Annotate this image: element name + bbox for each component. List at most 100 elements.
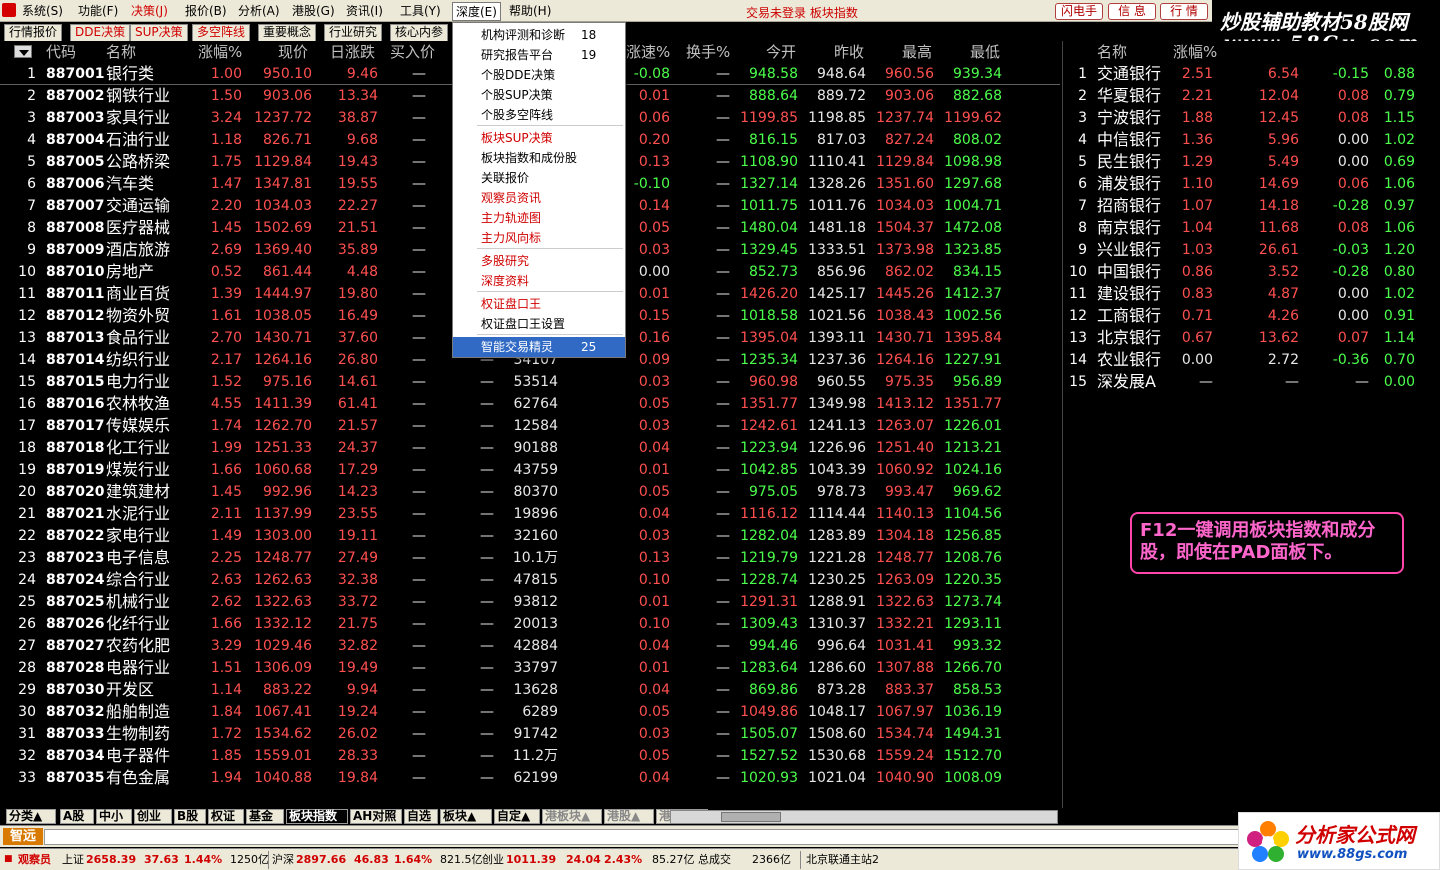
table-row[interactable]: 27 887027 农药化肥 3.29 1029.46 32.82— —42884 0.04—… (0, 635, 1060, 657)
tab-quotes[interactable]: 行情报价 (4, 24, 63, 41)
table-row[interactable]: 16 887016 农林牧渔 4.55 1411.39 61.41— —62764 0.05—… (0, 393, 1060, 415)
tab-concepts[interactable]: 重要概念 (258, 24, 317, 41)
market-tab[interactable]: 港板块▲ (542, 809, 602, 824)
smart-label[interactable]: 智远 (3, 828, 43, 845)
dropdown-item[interactable]: 板块SUP决策 (453, 128, 625, 148)
dropdown-item[interactable]: 个股DDE决策 (453, 65, 625, 85)
dropdown-item[interactable]: 个股多空阵线 (453, 105, 625, 125)
list-item[interactable]: 7 招商银行 1.07 14.18 -0.28 0.97 (1063, 195, 1440, 217)
menu-system[interactable]: 系统(S) (22, 3, 63, 19)
dropdown-item[interactable]: 主力风向标 (453, 228, 625, 248)
scroll-thumb[interactable] (721, 812, 781, 822)
menu-info[interactable]: 资讯(I) (346, 3, 383, 19)
market-tab[interactable]: 权证 (208, 809, 244, 824)
menu-analysis[interactable]: 分析(A) (238, 3, 280, 19)
list-item[interactable]: 1 交通银行 2.51 6.54 -0.15 0.88 (1063, 63, 1440, 85)
table-row[interactable]: 22 887022 家电行业 1.49 1303.00 19.11— —32160 0.03—… (0, 525, 1060, 547)
market-tab[interactable]: 板块▲ (440, 809, 492, 824)
table-row[interactable]: 33 887035 有色金属 1.94 1040.88 19.84— —62199 0.04—… (0, 767, 1060, 789)
list-item[interactable]: 4 中信银行 1.36 5.96 0.00 1.02 (1063, 129, 1440, 151)
server-station[interactable]: 北京联通主站2 (806, 849, 879, 870)
dropdown-item[interactable]: 个股SUP决策 (453, 85, 625, 105)
table-row[interactable]: 24 887024 综合行业 2.63 1262.63 32.38— —47815 0.10—… (0, 569, 1060, 591)
table-row[interactable]: 26 887026 化纤行业 1.66 1332.12 21.75— —20013 0.10—… (0, 613, 1060, 635)
menu-quote[interactable]: 报价(B) (185, 3, 227, 19)
dropdown-item[interactable]: 关联报价 (453, 168, 625, 188)
header-bid[interactable]: 买入价 (390, 41, 435, 63)
market-tab[interactable]: 港股▲ (604, 809, 654, 824)
table-row[interactable]: 32 887034 电子器件 1.85 1559.01 28.33— —11.2万 0.05—… (0, 745, 1060, 767)
header-low[interactable]: 最低 (970, 41, 1000, 63)
sort-dropdown-icon[interactable] (14, 45, 32, 58)
table-row[interactable]: 30 887032 船舶制造 1.84 1067.41 19.24— —6289 0.05—1… (0, 701, 1060, 723)
dropdown-item[interactable]: 板块指数和成份股 (453, 148, 625, 168)
list-item[interactable]: 3 宁波银行 1.88 12.45 0.08 1.15 (1063, 107, 1440, 129)
list-item[interactable]: 9 兴业银行 1.03 26.61 -0.03 1.20 (1063, 239, 1440, 261)
market-button[interactable]: 行 情 (1160, 3, 1208, 20)
market-tab[interactable]: B股 (174, 809, 206, 824)
dropdown-item[interactable]: 观察员资讯 (453, 188, 625, 208)
tab-long-short[interactable]: 多空阵线 (192, 24, 251, 41)
market-tab[interactable]: AH对照 (350, 809, 402, 824)
dropdown-item[interactable]: 机构评测和诊断 18 (453, 25, 625, 45)
menu-tools[interactable]: 工具(Y) (400, 3, 441, 19)
list-item[interactable]: 2 华夏银行 2.21 12.04 0.08 0.79 (1063, 85, 1440, 107)
header-price[interactable]: 现价 (278, 41, 308, 63)
header-open[interactable]: 今开 (766, 41, 796, 63)
dropdown-item[interactable]: 智能交易精灵 25 (453, 337, 625, 357)
tab-industry[interactable]: 行业研究 (324, 24, 383, 41)
market-tab[interactable]: 中小 (96, 809, 132, 824)
list-item[interactable]: 13 北京银行 0.67 13.62 0.07 1.14 (1063, 327, 1440, 349)
market-tab[interactable]: 分类▲ (6, 809, 56, 824)
table-row[interactable]: 19 887019 煤炭行业 1.66 1060.68 17.29— —43759 0.01—… (0, 459, 1060, 481)
table-row[interactable]: 21 887021 水泥行业 2.11 1137.99 23.55— —19896 0.04—… (0, 503, 1060, 525)
table-row[interactable]: 17 887017 传媒娱乐 1.74 1262.70 21.57— —12584 0.03—… (0, 415, 1060, 437)
market-tab[interactable]: 自定▲ (494, 809, 540, 824)
smart-input[interactable] (44, 829, 1239, 845)
menu-function[interactable]: 功能(F) (78, 3, 118, 19)
market-tab[interactable]: A股 (60, 809, 94, 824)
list-item[interactable]: 12 工商银行 0.71 4.26 0.00 0.91 (1063, 305, 1440, 327)
list-item[interactable]: 14 农业银行 0.00 2.72 -0.36 0.70 (1063, 349, 1440, 371)
dropdown-item[interactable]: 权证盘口王 (453, 294, 625, 314)
header-turnover[interactable]: 换手% (686, 41, 730, 63)
menu-help[interactable]: 帮助(H) (509, 3, 551, 19)
table-row[interactable]: 29 887030 开发区 1.14 883.22 9.94— —13628 0.04—869… (0, 679, 1060, 701)
list-item[interactable]: 15 深发展A — — —0.00 (1063, 371, 1440, 393)
tab-sup[interactable]: SUP决策 (130, 24, 188, 41)
menu-hk-stock[interactable]: 港股(G) (292, 3, 335, 19)
side-header-change-pct[interactable]: 涨幅% (1173, 41, 1217, 63)
market-tab[interactable]: 自选 (404, 809, 438, 824)
table-row[interactable]: 15 887015 电力行业 1.52 975.16 14.61— —53514 0.03—9… (0, 371, 1060, 393)
tab-insider[interactable]: 核心内参 (390, 24, 449, 41)
flash-trade-button[interactable]: 闪电手 (1055, 3, 1103, 20)
market-tab[interactable]: 板块指数 (286, 809, 348, 824)
menu-depth[interactable]: 深度(E) (452, 2, 501, 21)
header-change-pct[interactable]: 涨幅% (198, 41, 242, 63)
menu-decision[interactable]: 决策(J) (131, 3, 168, 19)
header-prev-close[interactable]: 昨收 (834, 41, 864, 63)
list-item[interactable]: 11 建设银行 0.83 4.87 0.00 1.02 (1063, 283, 1440, 305)
table-row[interactable]: 20 887020 建筑建材 1.45 992.96 14.23— —80370 0.05—9… (0, 481, 1060, 503)
dropdown-item[interactable]: 研究报告平台 19 (453, 45, 625, 65)
tab-dde[interactable]: DDE决策 (70, 24, 131, 41)
observer-label[interactable]: 观察员 (18, 849, 51, 870)
header-name[interactable]: 名称 (106, 41, 136, 63)
table-row[interactable]: 31 887033 生物制药 1.72 1534.62 26.02— —91742 0.03—… (0, 723, 1060, 745)
info-button[interactable]: 信 息 (1108, 3, 1156, 20)
dropdown-item[interactable]: 深度资料 (453, 271, 625, 291)
list-item[interactable]: 5 民生银行 1.29 5.49 0.00 0.69 (1063, 151, 1440, 173)
header-code[interactable]: 代码 (46, 41, 76, 63)
observer-icon[interactable]: ■ (4, 849, 13, 870)
header-high[interactable]: 最高 (902, 41, 932, 63)
market-tab[interactable]: 创业 (134, 809, 172, 824)
header-speed[interactable]: 涨速% (626, 41, 670, 63)
list-item[interactable]: 6 浦发银行 1.10 14.69 0.06 1.06 (1063, 173, 1440, 195)
table-row[interactable]: 23 887023 电子信息 2.25 1248.77 27.49— —10.1万 0.13—… (0, 547, 1060, 569)
list-item[interactable]: 10 中国银行 0.86 3.52 -0.28 0.80 (1063, 261, 1440, 283)
table-row[interactable]: 18 887018 化工行业 1.99 1251.33 24.37— —90188 0.04—… (0, 437, 1060, 459)
table-row[interactable]: 25 887025 机械行业 2.62 1322.63 33.72— —93812 0.01—… (0, 591, 1060, 613)
market-tab[interactable]: 基金 (246, 809, 284, 824)
dropdown-item[interactable]: 主力轨迹图 (453, 208, 625, 228)
side-header-name[interactable]: 名称 (1097, 41, 1127, 63)
